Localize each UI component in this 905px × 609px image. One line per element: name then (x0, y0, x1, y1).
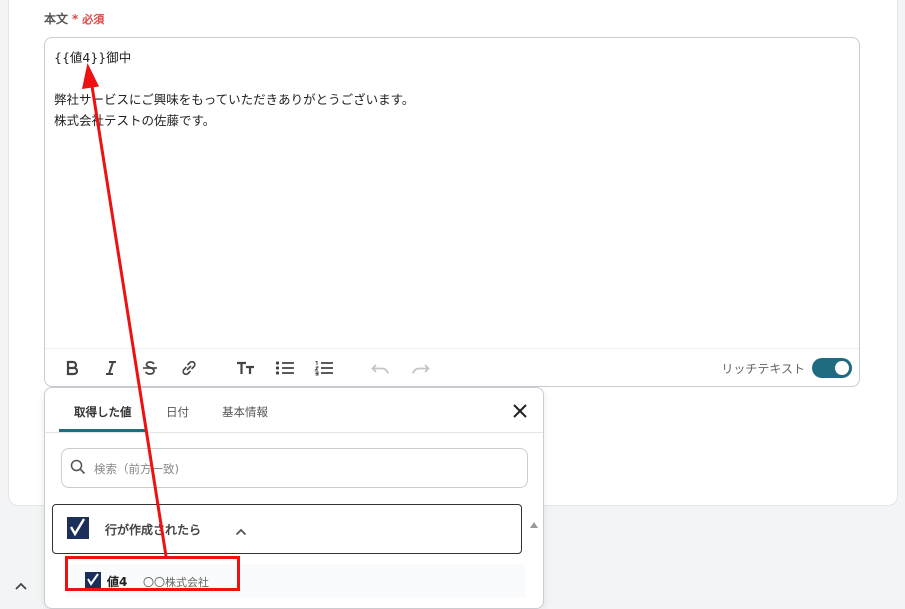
annotation-arrow (82, 63, 168, 557)
